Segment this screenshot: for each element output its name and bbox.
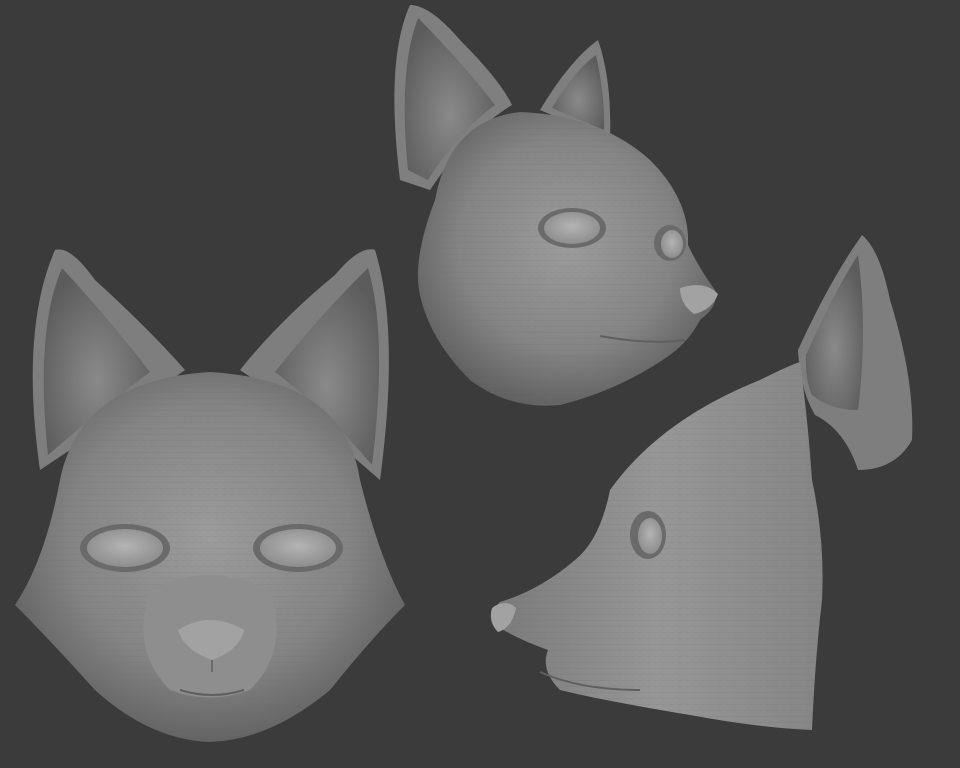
front-view <box>15 249 405 742</box>
sculpt-viewport <box>0 0 960 768</box>
fox-mask-renders <box>15 5 913 742</box>
three-quarter-view <box>394 5 718 406</box>
